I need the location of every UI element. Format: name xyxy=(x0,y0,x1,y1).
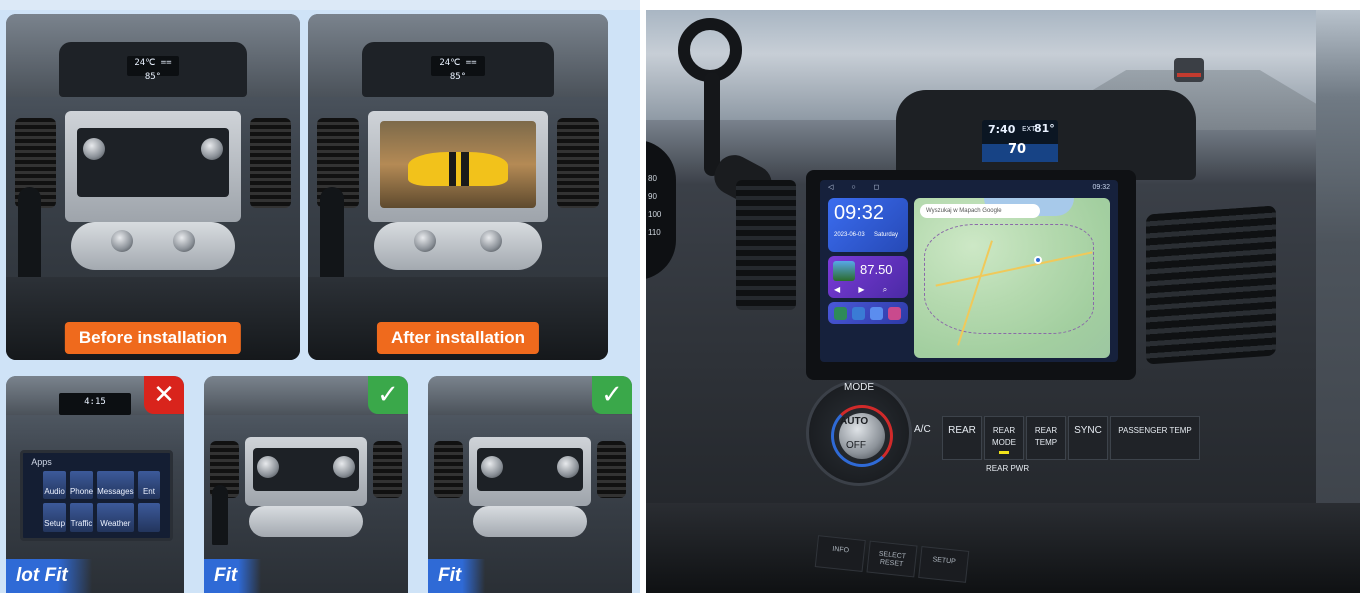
fit-photo-2: ✓ Fit xyxy=(428,376,632,593)
music-app-icon[interactable] xyxy=(888,307,901,320)
rear-button[interactable]: REAR xyxy=(942,416,982,460)
climate-controls xyxy=(71,222,236,270)
tile-setup: Setup xyxy=(43,503,66,532)
touch-screen-unit: Apps Audio Phone Messages Ent Setup Traf… xyxy=(20,450,173,541)
speedometer: 80 90 100 110 xyxy=(646,140,676,280)
tile-phone: Phone xyxy=(70,471,93,500)
off-button[interactable]: OFF xyxy=(846,440,866,451)
tile-audio: Audio xyxy=(43,471,66,500)
country-border xyxy=(924,224,1094,334)
info-button[interactable]: INFO xyxy=(815,535,866,572)
auto-button[interactable]: AUTO xyxy=(840,416,868,427)
right-vent xyxy=(250,118,291,208)
map-widget[interactable]: Wyszukaj w Mapach Google xyxy=(914,198,1110,358)
select-reset-button[interactable]: SELECT RESET xyxy=(866,541,917,578)
tile-messages: Messages xyxy=(97,471,133,500)
sync-button[interactable]: SYNC xyxy=(1068,416,1108,460)
right-air-vent xyxy=(1146,205,1276,364)
tile-traffic: Traffic xyxy=(70,503,93,532)
climate-control-panel: MODE AUTO OFF A/C REAR REAR MODE REAR TE… xyxy=(806,380,1206,500)
right-vent xyxy=(557,118,599,208)
fit-label: Fit xyxy=(204,559,261,593)
dash-display: 24℃ == 85° xyxy=(127,56,180,77)
info-display: 7:40 EXT 81° 70 xyxy=(982,120,1058,162)
rear-mode-button[interactable]: REAR MODE xyxy=(984,416,1024,460)
climate-controls xyxy=(374,222,542,270)
head-unit-screen[interactable]: ◁ ○ ◻ 09:32 09:32 2023-06-03 Saturday 87… xyxy=(820,180,1118,362)
rear-pwr-label: REAR PWR xyxy=(986,464,1029,473)
after-installation-photo: 24℃ == 85° After installation xyxy=(308,14,608,360)
ac-button[interactable]: A/C xyxy=(914,424,931,435)
clock-time: 09:32 xyxy=(834,202,884,225)
tile-weather: Weather xyxy=(97,503,133,532)
clock-widget[interactable]: 09:32 2023-06-03 Saturday xyxy=(828,198,908,252)
factory-radio xyxy=(477,448,583,491)
before-installation-photo: 24℃ == 85° Before installation xyxy=(6,14,300,360)
comparison-panel: 24℃ == 85° Before installation 24℃ == 85… xyxy=(0,0,640,593)
head-unit-screen xyxy=(380,121,536,208)
tune-knob xyxy=(201,138,223,160)
gear-shifter xyxy=(320,187,344,284)
fit-check-icon: ✓ xyxy=(368,376,408,414)
rear-temp-button[interactable]: REAR TEMP xyxy=(1026,416,1066,460)
tile-extra xyxy=(138,503,161,532)
clock-date: 2023-06-03 xyxy=(834,232,865,238)
not-fit-photo: 4:15 Apps Audio Phone Messages Ent Setup… xyxy=(6,376,184,593)
status-time: 09:32 xyxy=(1092,184,1110,191)
after-installation-label: After installation xyxy=(377,322,539,354)
location-pin-icon xyxy=(1034,256,1042,264)
fit-photo-1: ✓ Fit xyxy=(204,376,408,593)
before-installation-label: Before installation xyxy=(65,322,241,354)
setup-button[interactable]: SETUP xyxy=(918,546,969,583)
map-search-input[interactable]: Wyszukaj w Mapach Google xyxy=(920,204,1040,218)
left-air-vent xyxy=(736,180,796,310)
app-dock xyxy=(828,302,908,324)
settings-app-icon[interactable] xyxy=(852,307,865,320)
dash-display: 24℃ == 85° xyxy=(431,56,485,77)
gear-shifter xyxy=(18,187,42,284)
car-app-icon[interactable] xyxy=(870,307,883,320)
fit-label: Fit xyxy=(428,559,485,593)
mode-button[interactable]: MODE xyxy=(844,382,874,393)
passenger-temp-button[interactable]: PASSENGER TEMP xyxy=(1110,416,1200,460)
installed-unit-photo: 7:40 EXT 81° 70 80 90 100 110 ◁ ○ ◻ 09:3… xyxy=(646,10,1360,593)
factory-radio xyxy=(77,128,230,197)
nav-buttons-icon[interactable]: ◁ ○ ◻ xyxy=(828,183,887,191)
sports-car-image xyxy=(408,152,508,187)
phone-mount-arm xyxy=(704,72,720,176)
volume-knob xyxy=(83,138,105,160)
tile-ent: Ent xyxy=(138,471,161,500)
radio-widget[interactable]: 87.50 ◀ ▶ ⌕ xyxy=(828,256,908,298)
factory-radio xyxy=(253,448,359,491)
car-ahead xyxy=(1174,58,1204,82)
radio-controls-icon[interactable]: ◀ ▶ ⌕ xyxy=(834,285,902,295)
not-fit-x-icon: ✕ xyxy=(144,376,184,414)
clock-weekday: Saturday xyxy=(874,232,898,238)
rear-pwr-led xyxy=(999,451,1009,454)
top-strip xyxy=(0,0,640,10)
maps-app-icon[interactable] xyxy=(834,307,847,320)
not-fit-label: lot Fit xyxy=(6,559,92,593)
temperature-dial[interactable] xyxy=(806,380,912,486)
fit-check-icon: ✓ xyxy=(592,376,632,414)
radio-frequency: 87.50 xyxy=(860,262,893,277)
status-bar: ◁ ○ ◻ 09:32 xyxy=(820,180,1118,194)
lower-dash xyxy=(646,503,1360,593)
radio-thumbnail xyxy=(833,261,855,281)
